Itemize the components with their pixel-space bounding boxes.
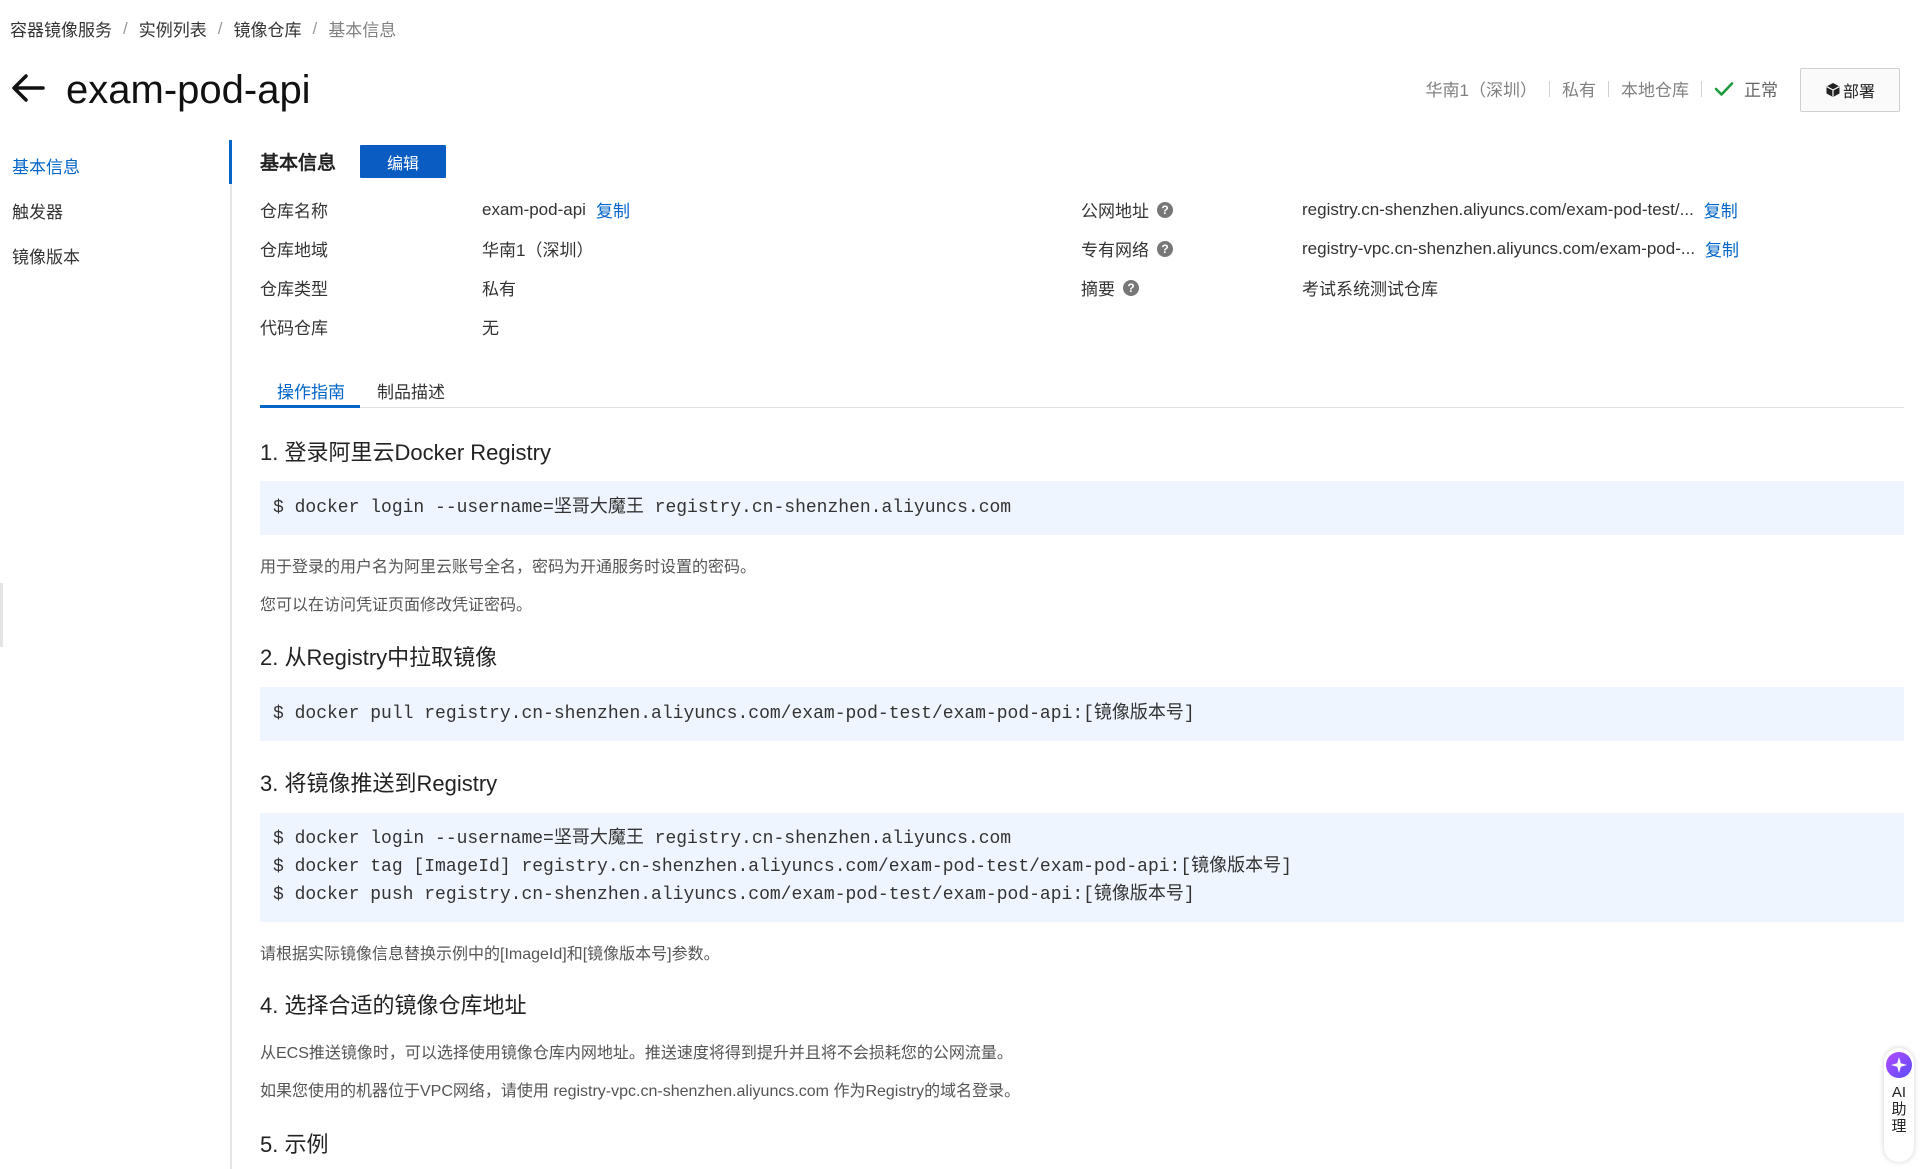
value-vpc-endpoint: registry-vpc.cn-shenzhen.aliyuncs.com/ex… — [1302, 236, 1739, 261]
guide-note: 请根据实际镜像信息替换示例中的[ImageId]和[镜像版本号]参数。 — [260, 946, 720, 963]
code-line: $ docker pull registry.cn-shenzhen.aliyu… — [273, 704, 1195, 724]
label-repo-region: 仓库地域 — [260, 241, 328, 260]
edit-button[interactable]: 编辑 — [360, 145, 446, 178]
step-title: 3. 将镜像推送到Registry — [260, 771, 498, 796]
value-repo-type: 私有 — [482, 280, 516, 299]
tab-operation-guide[interactable]: 操作指南 — [277, 378, 345, 403]
source-text: 本地仓库 — [1621, 81, 1689, 100]
sidebar-item-basic-info[interactable]: 基本信息 — [12, 153, 80, 178]
code-line: $ docker login --username=坚哥大魔王 registry… — [273, 829, 1012, 849]
sidebar-active-indicator — [229, 140, 232, 184]
sidebar-nav — [0, 140, 232, 1169]
guide-note: 用于登录的用户名为阿里云账号全名，密码为开通服务时设置的密码。 — [260, 559, 757, 576]
breadcrumb: 容器镜像服务 / 实例列表 / 镜像仓库 / 基本信息 — [10, 16, 396, 41]
ai-assistant-label: AI助理 — [1891, 1084, 1907, 1135]
value-repo-region: 华南1（深圳） — [482, 241, 594, 260]
guide-note: 您可以在访问凭证页面修改凭证密码。 — [260, 597, 533, 614]
label-vpc-endpoint: 专有网络 ? — [1081, 236, 1173, 261]
edge-handle — [0, 583, 3, 647]
vpc-endpoint-label-text: 专有网络 — [1081, 241, 1149, 260]
sidebar-item-triggers[interactable]: 触发器 — [12, 198, 63, 223]
section-title: 基本信息 — [260, 153, 337, 174]
help-icon[interactable]: ? — [1157, 201, 1173, 218]
label-repo-name: 仓库名称 — [260, 202, 328, 221]
copy-public-endpoint-link[interactable]: 复制 — [1704, 197, 1738, 222]
deploy-button[interactable]: 部署 — [1800, 68, 1900, 112]
value-public-endpoint: registry.cn-shenzhen.aliyuncs.com/exam-p… — [1302, 197, 1738, 222]
breadcrumb-item-service[interactable]: 容器镜像服务 — [10, 16, 112, 41]
step-title: 5. 示例 — [260, 1132, 329, 1157]
status-text: 正常 — [1744, 81, 1778, 100]
copy-vpc-endpoint-link[interactable]: 复制 — [1705, 236, 1739, 261]
summary-label-text: 摘要 — [1081, 280, 1115, 299]
step-title: 1. 登录阿里云Docker Registry — [260, 440, 551, 465]
divider — [1701, 80, 1702, 97]
code-line: $ docker login --username=坚哥大魔王 registry… — [273, 498, 1012, 518]
public-endpoint-text: registry.cn-shenzhen.aliyuncs.com/exam-p… — [1302, 199, 1694, 219]
copy-repo-name-link[interactable]: 复制 — [596, 197, 630, 222]
code-line: $ docker push registry.cn-shenzhen.aliyu… — [273, 885, 1195, 905]
breadcrumb-separator: / — [312, 18, 318, 38]
label-summary: 摘要 ? — [1081, 275, 1139, 300]
code-line: $ docker tag [ImageId] registry.cn-shenz… — [273, 857, 1292, 877]
back-button[interactable] — [10, 70, 46, 106]
status-badge: 正常 — [1714, 76, 1778, 101]
arrow-left-icon — [12, 74, 45, 102]
value-repo-name: exam-pod-api 复制 — [482, 197, 630, 222]
cube-icon — [1826, 83, 1840, 97]
value-code-repo: 无 — [482, 319, 499, 338]
divider — [1608, 80, 1609, 97]
step-title: 2. 从Registry中拉取镜像 — [260, 645, 498, 670]
help-icon[interactable]: ? — [1157, 240, 1173, 257]
breadcrumb-item-current: 基本信息 — [328, 21, 397, 40]
code-block: $ docker login --username=坚哥大魔王 registry… — [260, 813, 1904, 922]
guide-note: 从ECS推送镜像时，可以选择使用镜像仓库内网地址。推送速度将得到提升并且将不会损… — [260, 1045, 1013, 1062]
breadcrumb-item-repositories[interactable]: 镜像仓库 — [233, 16, 301, 41]
vpc-endpoint-text: registry-vpc.cn-shenzhen.aliyuncs.com/ex… — [1302, 238, 1696, 258]
help-icon[interactable]: ? — [1123, 279, 1139, 296]
region-text: 华南1（深圳） — [1425, 81, 1537, 100]
guide-note: 如果您使用的机器位于VPC网络，请使用 registry-vpc.cn-shen… — [260, 1083, 1021, 1100]
label-code-repo: 代码仓库 — [260, 319, 328, 338]
tab-active-indicator — [260, 405, 360, 408]
sparkle-icon — [1886, 1052, 1912, 1078]
repo-name-text: exam-pod-api — [482, 199, 586, 219]
label-repo-type: 仓库类型 — [260, 280, 328, 299]
tabs-divider — [260, 407, 1904, 408]
tab-artifact-description[interactable]: 制品描述 — [377, 378, 445, 403]
public-endpoint-label-text: 公网地址 — [1081, 202, 1149, 221]
sidebar-item-image-versions[interactable]: 镜像版本 — [12, 243, 80, 268]
value-summary: 考试系统测试仓库 — [1302, 280, 1438, 299]
visibility-text: 私有 — [1562, 81, 1596, 100]
step-title: 4. 选择合适的镜像仓库地址 — [260, 993, 527, 1018]
ai-assistant-button[interactable]: AI助理 — [1884, 1048, 1914, 1162]
breadcrumb-separator: / — [217, 18, 223, 38]
deploy-label: 部署 — [1842, 84, 1875, 101]
page-title: exam-pod-api — [66, 68, 311, 112]
divider — [1549, 80, 1550, 97]
code-block: $ docker login --username=坚哥大魔王 registry… — [260, 481, 1904, 535]
breadcrumb-item-instances[interactable]: 实例列表 — [139, 16, 207, 41]
repo-meta-bar: 华南1（深圳） 私有 本地仓库 正常 — [1426, 76, 1778, 101]
breadcrumb-separator: / — [123, 18, 128, 38]
label-public-endpoint: 公网地址 ? — [1081, 197, 1173, 222]
code-block: $ docker pull registry.cn-shenzhen.aliyu… — [260, 687, 1904, 741]
check-icon — [1714, 81, 1734, 96]
